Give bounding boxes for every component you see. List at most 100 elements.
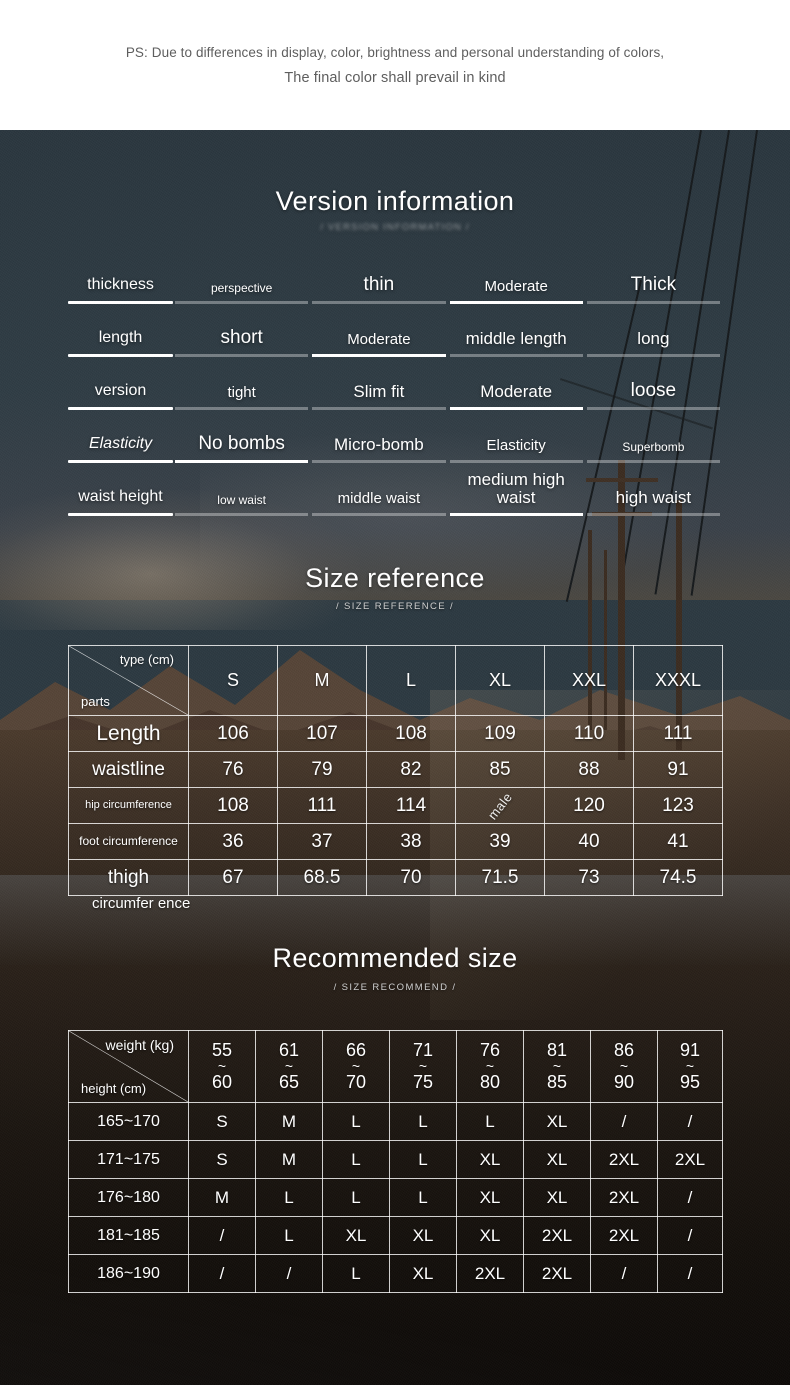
spec-row: thickness perspective thin Moderate Thick — [0, 258, 790, 311]
size-value-cell: 70 — [366, 859, 456, 896]
weight-range-from: 61 — [278, 1040, 300, 1061]
table-header-row: weight (kg) height (cm) 55 ~60 61 ~65 66 ~70 71 ~… — [68, 1030, 723, 1103]
weight-range-from: 66 — [345, 1040, 367, 1061]
recommended-size-cell: XL — [456, 1140, 524, 1179]
spec-option-label: Superbomb — [622, 439, 685, 454]
recommended-size-title: Recommended size — [272, 943, 518, 973]
recommended-size-cell: / — [657, 1254, 723, 1293]
spec-option[interactable]: Micro-bomb — [310, 436, 447, 463]
spec-option[interactable]: middle waist — [310, 491, 447, 516]
spec-option[interactable]: tight — [173, 385, 310, 410]
size-value-cell: 73 — [544, 859, 634, 896]
spec-option[interactable]: Elasticity — [448, 438, 585, 463]
spec-row: Elasticity No bombs Micro-bomb Elasticity Su… — [0, 417, 790, 470]
size-value-cell: 67 — [188, 859, 278, 896]
table-row: 165~170 S M L L L XL / / — [68, 1102, 723, 1141]
spec-option-label: Thick — [630, 273, 677, 295]
weight-range-header: 86 ~90 — [590, 1030, 658, 1103]
spec-option-label: middle length — [465, 328, 567, 348]
size-value-cell: 108 — [366, 715, 456, 752]
recommended-size-cell: L — [255, 1178, 323, 1217]
table-row: foot circumference 36 37 38 39 40 41 — [68, 823, 723, 860]
size-value-cell: 37 — [277, 823, 367, 860]
table-row: 176~180 M L L L XL XL 2XL / — [68, 1178, 723, 1217]
recommended-size-cell: / — [657, 1178, 723, 1217]
spec-option[interactable]: low waist — [173, 494, 310, 516]
spec-option-indicator — [449, 301, 583, 304]
weight-range-from: 55 — [211, 1040, 233, 1061]
spec-option-selected[interactable]: medium high waist — [448, 471, 585, 516]
table-row: thigh 67 68.5 70 71.5 73 74.5 — [68, 859, 723, 896]
size-corner-type-label: type (cm) — [119, 652, 174, 667]
size-value-cell: 109 — [455, 715, 545, 752]
spec-option[interactable]: thin — [310, 273, 447, 304]
recommended-size-cell: XL — [523, 1140, 591, 1179]
spec-option[interactable]: high waist — [585, 489, 722, 516]
weight-range-from: 81 — [546, 1040, 568, 1061]
spec-row-label: Elasticity — [68, 435, 173, 470]
spec-row-label-underline — [68, 407, 173, 410]
weight-range-header: 71 ~75 — [389, 1030, 457, 1103]
size-reference-table: type (cm) parts S M L XL XXL XXXL Length 106 107 10… — [68, 645, 723, 896]
recommended-size-cell: L — [456, 1102, 524, 1141]
weight-range-from: 91 — [679, 1040, 701, 1061]
spec-option[interactable]: perspective — [173, 282, 310, 304]
recommended-size-cell: / — [590, 1254, 658, 1293]
spec-option-indicator — [312, 460, 446, 463]
recommended-size-cell: M — [188, 1178, 256, 1217]
size-value-cell: 123 — [633, 787, 723, 824]
recommended-size-cell: 2XL — [657, 1140, 723, 1179]
disclaimer-line-1: PS: Due to differences in display, color… — [125, 44, 665, 60]
height-range-label: 186~190 — [68, 1254, 189, 1293]
disclaimer-line-2: The final color shall prevail in kind — [284, 69, 506, 86]
weight-range-header: 81 ~85 — [523, 1030, 591, 1103]
recommended-size-cell: XL — [523, 1178, 591, 1217]
recommended-size-cell: L — [322, 1254, 390, 1293]
spec-option-label: thin — [363, 273, 395, 295]
spec-option-indicator — [175, 354, 309, 357]
size-value-cell: 108 — [188, 787, 278, 824]
weight-range-header: 61 ~65 — [255, 1030, 323, 1103]
recommended-size-cell: L — [322, 1178, 390, 1217]
spec-option[interactable]: middle length — [448, 330, 585, 357]
spec-option-indicator — [175, 460, 309, 463]
bottom-white-strip — [0, 1385, 790, 1400]
spec-option-selected[interactable]: Moderate — [448, 383, 585, 410]
size-value-cell: 114 — [366, 787, 456, 824]
size-value-cell: 76 — [188, 751, 278, 788]
spec-option-indicator — [312, 301, 446, 304]
spec-option[interactable]: long — [585, 330, 722, 357]
spec-option-indicator — [312, 513, 446, 516]
spec-option-indicator — [449, 513, 583, 516]
spec-option[interactable]: Thick — [585, 273, 722, 304]
recommended-size-cell: M — [255, 1140, 323, 1179]
size-column-header: M — [277, 645, 367, 716]
spec-option-indicator — [449, 354, 583, 357]
table-row: 186~190// L XL 2XL 2XL / / — [68, 1254, 723, 1293]
spec-option[interactable]: short — [173, 327, 310, 357]
recommended-size-cell: M — [255, 1102, 323, 1141]
spec-row: version tight Slim fit Moderate loose — [0, 364, 790, 417]
spec-option-label: high waist — [615, 487, 692, 507]
spec-row-label-text: version — [94, 382, 147, 400]
spec-option[interactable]: loose — [585, 380, 722, 410]
recommended-size-cell: 2XL — [456, 1254, 524, 1293]
spec-row-label-underline — [68, 301, 173, 304]
spec-scale: No bombs Micro-bomb Elasticity Superbomb — [173, 433, 722, 470]
table-corner-cell: type (cm) parts — [68, 645, 189, 716]
spec-option-selected[interactable]: No bombs — [173, 433, 310, 463]
spec-option-selected[interactable]: Moderate — [310, 332, 447, 357]
spec-option-indicator — [586, 301, 720, 304]
spec-option[interactable]: Slim fit — [310, 383, 447, 410]
spec-option[interactable]: Superbomb — [585, 441, 722, 463]
spec-option-selected[interactable]: Moderate — [448, 279, 585, 304]
size-part-label: Length — [68, 715, 189, 752]
spec-row-label-text: length — [98, 329, 143, 347]
weight-range-from: 86 — [613, 1040, 635, 1061]
recommended-size-cell: / — [657, 1102, 723, 1141]
spec-option-label: medium high waist — [467, 470, 565, 507]
recommended-size-cell: / — [255, 1254, 323, 1293]
disclaimer-banner: PS: Due to differences in display, color… — [0, 0, 790, 130]
spec-option-label: tight — [227, 383, 256, 401]
spec-option-indicator — [449, 407, 583, 410]
